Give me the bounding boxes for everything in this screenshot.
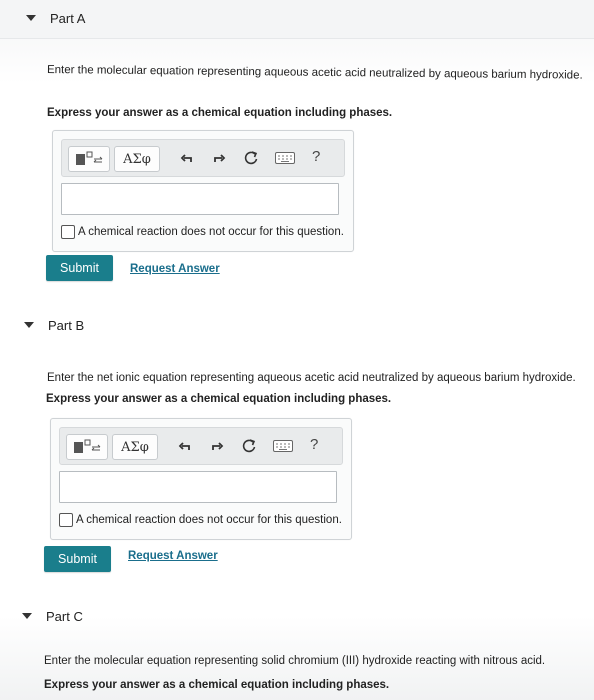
redo-icon[interactable] <box>210 149 228 167</box>
part-b-equation-input[interactable] <box>59 471 337 503</box>
undo-icon[interactable] <box>178 149 196 167</box>
collapse-caret-icon[interactable] <box>22 613 32 619</box>
template-icon <box>74 439 101 453</box>
part-a-equation-input[interactable] <box>61 183 339 215</box>
part-b-instruction: Express your answer as a chemical equati… <box>46 393 392 405</box>
part-b-request-answer-link[interactable]: Request Answer <box>128 550 218 562</box>
part-a-title: Part A <box>50 11 86 26</box>
collapse-caret-icon[interactable] <box>26 15 36 21</box>
part-a-question: Enter the molecular equation representin… <box>46 64 583 82</box>
reset-icon[interactable] <box>242 149 260 167</box>
no-reaction-label: A chemical reaction does not occur for t… <box>78 226 344 238</box>
part-c-header[interactable]: Part C <box>0 597 594 635</box>
greek-symbols-label: ΑΣφ <box>123 151 151 167</box>
greek-symbols-label: ΑΣφ <box>121 439 149 455</box>
part-b-answer-box: ΑΣφ ? A chemical reaction does not occur… <box>50 418 352 540</box>
part-b-header[interactable]: Part B <box>0 306 594 344</box>
no-reaction-checkbox[interactable] <box>59 513 73 527</box>
help-icon[interactable]: ? <box>312 148 320 165</box>
part-c-instruction: Express your answer as a chemical equati… <box>44 679 390 691</box>
reset-icon[interactable] <box>240 437 258 455</box>
part-a-header[interactable]: Part A <box>0 0 594 39</box>
template-icon <box>76 151 103 165</box>
collapse-caret-icon[interactable] <box>24 322 34 328</box>
part-b-submit-button[interactable]: Submit <box>44 546 111 572</box>
greek-symbols-button[interactable]: ΑΣφ <box>114 146 160 172</box>
keyboard-icon[interactable] <box>272 437 294 455</box>
part-b-toolbar: ΑΣφ ? <box>59 427 343 465</box>
no-reaction-label: A chemical reaction does not occur for t… <box>76 514 342 526</box>
keyboard-icon[interactable] <box>274 149 296 167</box>
part-c-title: Part C <box>46 609 83 624</box>
template-button[interactable] <box>68 146 110 172</box>
part-b-question: Enter the net ionic equation representin… <box>47 372 576 384</box>
template-button[interactable] <box>66 434 108 460</box>
part-a-instruction: Express your answer as a chemical equati… <box>47 107 393 119</box>
part-b-title: Part B <box>48 318 85 333</box>
part-c-question: Enter the molecular equation representin… <box>44 655 546 667</box>
undo-icon[interactable] <box>176 437 194 455</box>
part-a-request-answer-link[interactable]: Request Answer <box>130 263 220 275</box>
page: Part A Enter the molecular equation repr… <box>0 0 594 700</box>
no-reaction-checkbox[interactable] <box>61 225 75 239</box>
part-a-toolbar: ΑΣφ ? <box>61 139 345 177</box>
part-a-no-reaction-option[interactable]: A chemical reaction does not occur for t… <box>61 225 344 239</box>
part-b-no-reaction-option[interactable]: A chemical reaction does not occur for t… <box>59 513 342 527</box>
redo-icon[interactable] <box>208 437 226 455</box>
help-icon[interactable]: ? <box>310 436 318 453</box>
greek-symbols-button[interactable]: ΑΣφ <box>112 434 158 460</box>
part-a-answer-box: ΑΣφ ? A chemical reaction does not occur… <box>52 130 354 252</box>
part-a-submit-button[interactable]: Submit <box>46 255 113 281</box>
